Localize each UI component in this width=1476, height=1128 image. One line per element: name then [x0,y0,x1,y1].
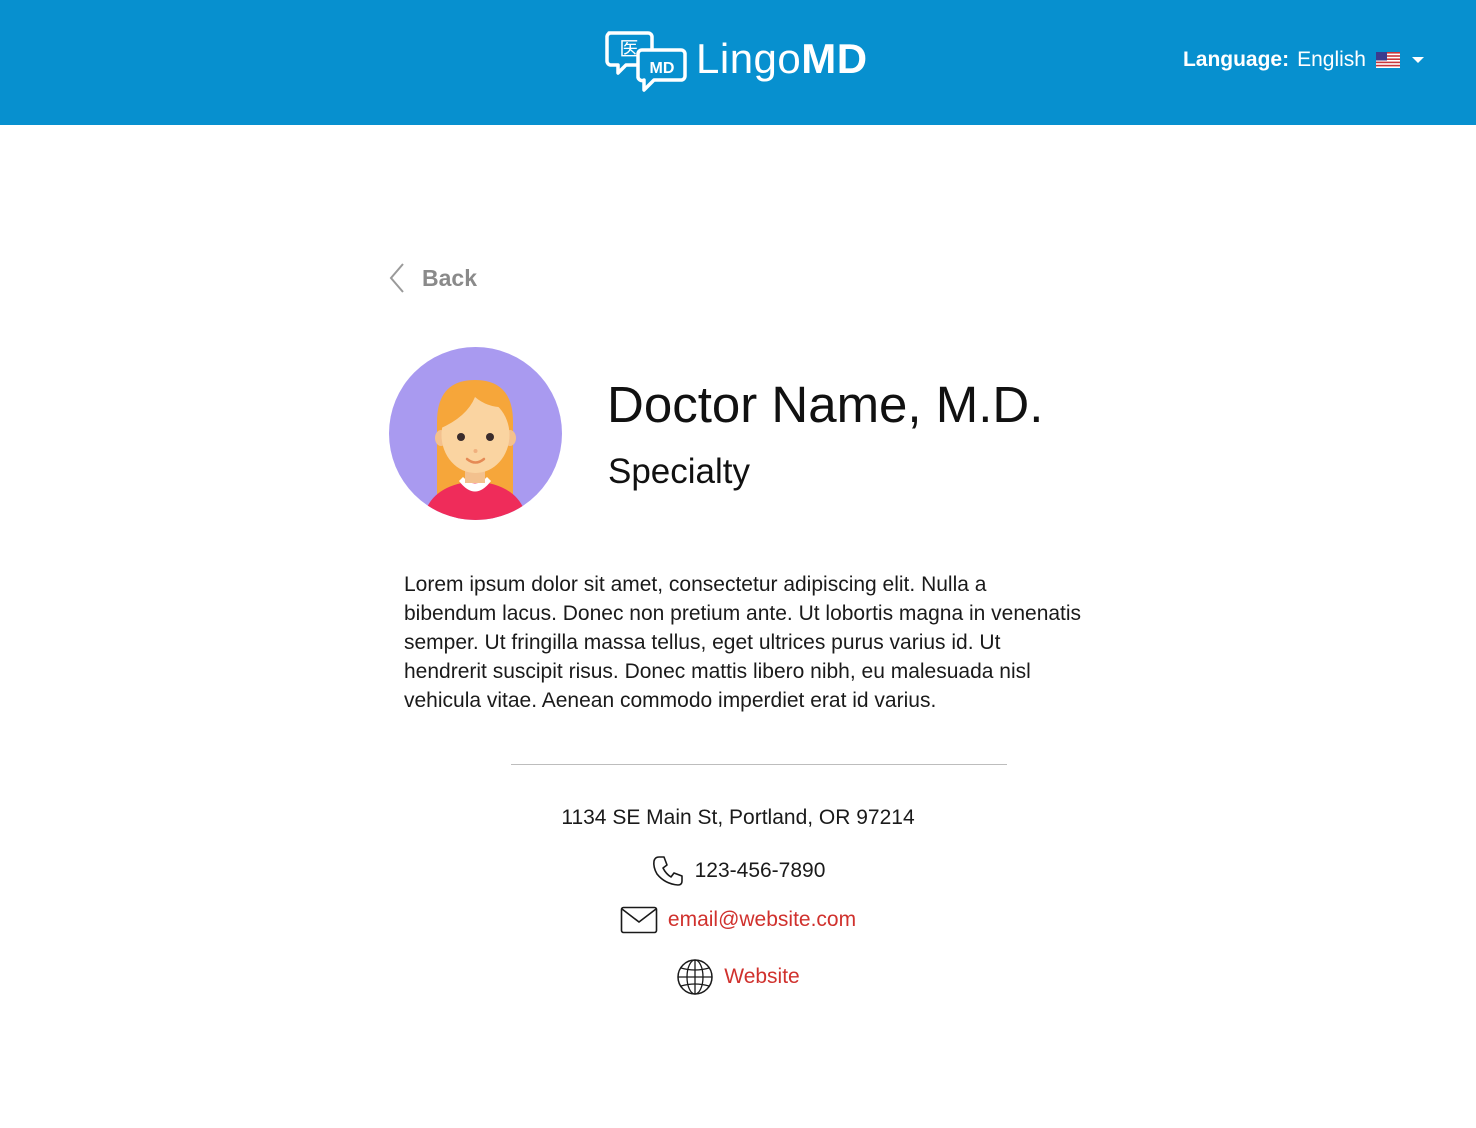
phone-icon [652,856,683,886]
brand-name: LingoMD [696,35,868,82]
top-header: 医 MD LingoMD Language: English [0,0,1476,125]
avatar [389,347,562,520]
doctor-bio: Lorem ipsum dolor sit amet, consectetur … [404,573,1082,712]
section-divider [511,764,1007,765]
email-row[interactable]: email@website.com [0,906,1476,934]
language-selector[interactable]: Language: English [1183,48,1424,72]
back-link[interactable]: Back [388,262,477,294]
brand-logo[interactable]: 医 MD LingoMD [604,30,868,94]
address-row: 1134 SE Main St, Portland, OR 97214 [0,806,1476,830]
language-label: Language: [1182,48,1290,71]
address-text: 1134 SE Main St, Portland, OR 97214 [561,806,915,829]
us-flag-icon [1376,52,1400,68]
language-value: English [1297,48,1366,71]
doctor-specialty: Specialty [608,452,751,491]
email-link[interactable]: email@website.com [668,908,856,932]
globe-icon [677,959,713,995]
envelope-icon [620,906,658,934]
doctor-name: Doctor Name, M.D. [607,376,1044,433]
phone-number: 123-456-7890 [694,859,826,882]
svg-text:MD: MD [650,60,675,77]
phone-row[interactable]: 123-456-7890 [0,854,1476,888]
chevron-left-icon [389,263,404,293]
chat-bubbles-icon: 医 MD [605,31,687,92]
chevron-down-icon [1412,57,1424,63]
svg-text:医: 医 [619,38,638,60]
website-row[interactable]: Website [0,958,1476,996]
website-link[interactable]: Website [724,965,799,989]
back-label: Back [422,264,477,291]
